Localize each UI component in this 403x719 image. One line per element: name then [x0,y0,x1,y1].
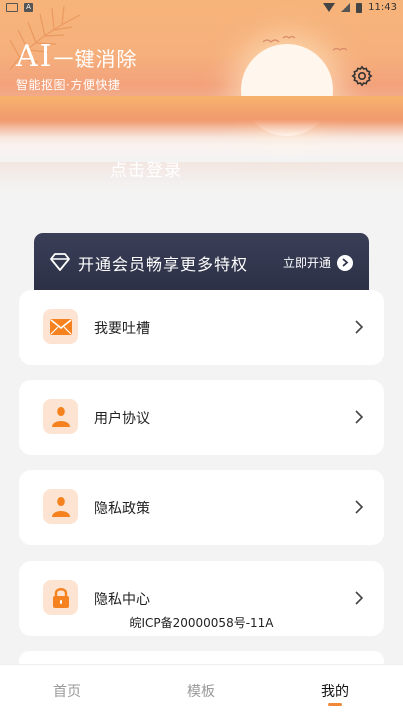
app-title-ai: AI [16,39,54,74]
vip-open-label: 立即开通 [282,256,331,270]
menu-item-privacy-policy[interactable]: 隐私政策 [19,470,384,545]
vip-banner[interactable]: 开通会员畅享更多特权 立即开通 [34,233,369,295]
header-haze [0,122,403,162]
signal-icon [341,3,351,12]
chevron-right-icon [355,591,364,605]
app-title: AI 一键消除 [16,40,138,74]
menu-item-label: 用户协议 [94,411,150,427]
chevron-right-circle-icon [337,254,353,271]
login-link[interactable]: 点击登录 [110,156,182,181]
menu-item-feedback[interactable]: 我要吐槽 [19,290,384,365]
chevron-right-icon [355,320,364,334]
active-tab-indicator [328,703,342,706]
wifi-icon [323,3,336,12]
vip-banner-text: 开通会员畅享更多特权 [78,255,249,274]
battery-icon [356,2,363,13]
icp-record: 皖ICP备20000058号-11A [129,616,274,630]
user-icon [43,399,78,434]
menu-item-label: 隐私政策 [94,501,150,517]
birds-graphic [263,36,348,51]
bottom-nav: 首页 模板 我的 [0,664,403,719]
nav-tab-templates[interactable]: 模板 [187,681,215,701]
app-subtitle: 智能抠图·方便快捷 [16,78,121,92]
status-bar: A 11:43 [0,0,403,18]
user-icon [43,489,78,524]
vip-open-button[interactable]: 立即开通 [283,254,353,271]
app-title-text: 一键消除 [53,47,138,71]
profile-header: AI 一键消除 智能抠图·方便快捷 点击登录 [0,0,403,190]
menu-item-user-agreement[interactable]: 用户协议 [19,380,384,455]
status-time: 11:43 [368,2,397,13]
chevron-right-icon [355,410,364,424]
nav-tab-mine[interactable]: 我的 [321,681,349,701]
settings-gear-icon[interactable] [350,64,374,88]
menu-item-label: 我要吐槽 [94,321,150,337]
app-notification-icon: A [24,3,33,12]
nav-tab-home[interactable]: 首页 [53,681,81,701]
mail-icon [43,309,78,344]
chevron-right-icon [355,500,364,514]
mail-notification-icon [6,3,18,12]
menu-item-label: 隐私中心 [94,592,150,608]
diamond-icon [50,253,70,271]
lock-icon [43,580,78,615]
